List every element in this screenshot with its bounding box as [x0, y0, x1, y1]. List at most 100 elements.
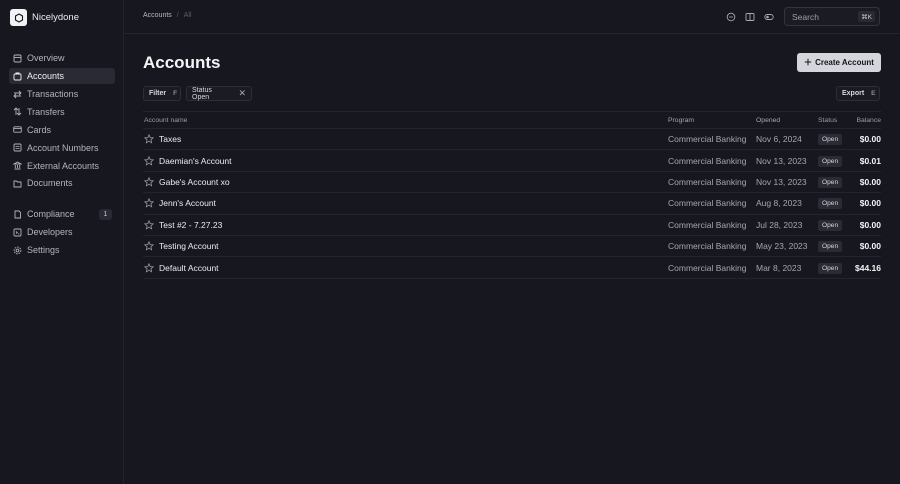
account-name[interactable]: Test #2 - 7.27.23	[159, 220, 222, 230]
sidebar-item-account-numbers[interactable]: Account Numbers	[9, 139, 115, 156]
account-name-cell: Test #2 - 7.27.23	[143, 219, 668, 230]
transactions-icon	[13, 90, 22, 99]
opened-cell: Jul 28, 2023	[756, 219, 803, 230]
sidebar-item-overview[interactable]: Overview	[9, 50, 115, 67]
status-cell: Open	[818, 133, 848, 146]
star-icon[interactable]	[143, 155, 155, 166]
transfers-icon	[13, 107, 22, 117]
column-header-opened[interactable]: Opened	[756, 117, 818, 124]
star-icon[interactable]	[143, 240, 155, 251]
table-row[interactable]: Default Account Commercial Banking Mar 8, …	[143, 257, 881, 279]
table-row[interactable]: Taxes Commercial Banking Nov 6, 2024 Open $0…	[143, 129, 881, 151]
table-header: Account name Program Opened Status Balan…	[143, 111, 881, 129]
sidebar-item-cards[interactable]: Cards	[9, 122, 115, 139]
create-account-button[interactable]: Create Account	[797, 53, 881, 72]
search-input[interactable]: Search ⌘K	[784, 7, 880, 26]
sidebar-nav-secondary: Compliance 1 Developers Settings	[9, 206, 115, 260]
account-name[interactable]: Default Account	[159, 263, 219, 273]
sidebar-item-label: Cards	[27, 124, 52, 135]
close-icon[interactable]: ✕	[238, 88, 246, 99]
column-header-status[interactable]: Status	[818, 117, 848, 124]
balance-cell: $0.00	[859, 241, 881, 252]
sidebar-item-transfers[interactable]: Transfers	[9, 104, 115, 121]
column-header-balance[interactable]: Balance	[848, 117, 881, 124]
filter-button[interactable]: Filter F	[143, 86, 181, 101]
sidebar-item-label: Settings	[27, 245, 60, 256]
sidebar: Nicelydone Overview Accounts Transaction…	[0, 0, 124, 484]
star-icon[interactable]	[143, 176, 155, 187]
breadcrumb-parent[interactable]: Accounts	[143, 12, 172, 19]
status-cell: Open	[818, 155, 848, 167]
search-placeholder: Search	[792, 11, 819, 22]
program-cell: Commercial Banking	[668, 176, 747, 187]
accounts-table: Account name Program Opened Status Balan…	[143, 111, 881, 279]
account-name-cell: Jenn's Account	[143, 198, 668, 208]
program-cell: Commercial Banking	[668, 155, 747, 166]
chat-icon[interactable]	[726, 12, 736, 22]
accounts-icon	[13, 72, 22, 81]
status-badge: Open	[818, 198, 843, 210]
overview-icon	[13, 54, 22, 63]
sidebar-item-compliance[interactable]: Compliance 1	[9, 206, 115, 223]
table-row[interactable]: Testing Account Commercial Banking May 23,…	[143, 236, 881, 258]
export-button[interactable]: Export E	[836, 86, 880, 101]
table-row[interactable]: Daemian's Account Commercial Banking Nov 1…	[143, 150, 881, 172]
status-badge: Open	[818, 176, 843, 188]
book-icon[interactable]	[745, 12, 755, 22]
sidebar-item-documents[interactable]: Documents	[9, 175, 115, 192]
compliance-count-badge: 1	[99, 208, 112, 220]
account-name[interactable]: Daemian's Account	[159, 156, 232, 166]
account-name[interactable]: Testing Account	[159, 241, 219, 251]
sidebar-item-external-accounts[interactable]: External Accounts	[9, 157, 115, 174]
status-cell: Open	[818, 219, 848, 231]
sidebar-item-label: Compliance	[27, 209, 75, 220]
brand-name: Nicelydone	[32, 12, 79, 23]
status-filter-chip[interactable]: Status Open ✕	[186, 86, 252, 101]
account-name[interactable]: Jenn's Account	[159, 198, 216, 208]
sidebar-item-developers[interactable]: Developers	[9, 224, 115, 241]
program-cell: Commercial Banking	[668, 241, 747, 252]
topbar: Accounts / All Search ⌘K	[124, 0, 900, 34]
account-name[interactable]: Gabe's Account xo	[159, 177, 230, 187]
star-icon[interactable]	[143, 219, 155, 230]
sidebar-item-accounts[interactable]: Accounts	[9, 67, 115, 85]
export-shortcut: E	[871, 90, 876, 97]
column-header-name[interactable]: Account name	[143, 117, 668, 124]
toggle-icon[interactable]	[764, 12, 774, 22]
balance-cell: $0.00	[859, 134, 881, 145]
brand-logo-icon	[10, 9, 27, 26]
search-shortcut: ⌘K	[858, 11, 875, 22]
star-icon[interactable]	[143, 198, 155, 209]
settings-icon	[13, 246, 22, 255]
table-row[interactable]: Test #2 - 7.27.23 Commercial Banking Jul 2…	[143, 215, 881, 236]
account-name[interactable]: Taxes	[159, 134, 181, 144]
column-header-program[interactable]: Program	[668, 117, 756, 124]
status-badge: Open	[818, 155, 843, 167]
program-cell: Commercial Banking	[668, 262, 747, 273]
program-cell: Commercial Banking	[668, 198, 747, 209]
compliance-icon	[13, 210, 22, 219]
account-name-cell: Daemian's Account	[143, 155, 668, 166]
sidebar-item-transactions[interactable]: Transactions	[9, 86, 115, 103]
plus-icon	[804, 58, 812, 68]
create-account-label: Create Account	[815, 58, 874, 67]
breadcrumb-separator: /	[176, 12, 179, 19]
status-cell: Open	[818, 262, 848, 274]
developers-icon	[13, 228, 22, 237]
status-badge: Open	[818, 219, 843, 231]
status-badge: Open	[818, 241, 843, 253]
cards-icon	[13, 125, 22, 134]
opened-cell: Mar 8, 2023	[756, 262, 802, 273]
balance-cell: $0.00	[859, 219, 881, 230]
sidebar-item-label: Transfers	[27, 106, 65, 117]
star-icon[interactable]	[143, 262, 155, 273]
filter-shortcut: F	[173, 90, 178, 97]
brand[interactable]: Nicelydone	[10, 9, 79, 26]
sidebar-item-settings[interactable]: Settings	[9, 242, 115, 259]
table-row[interactable]: Jenn's Account Commercial Banking Aug 8, 2…	[143, 193, 881, 215]
star-icon[interactable]	[143, 133, 155, 144]
table-row[interactable]: Gabe's Account xo Commercial Banking Nov 1…	[143, 172, 881, 194]
opened-cell: Nov 6, 2024	[756, 134, 802, 145]
table-body: Taxes Commercial Banking Nov 6, 2024 Open $0…	[143, 129, 881, 279]
program-cell: Commercial Banking	[668, 134, 747, 145]
